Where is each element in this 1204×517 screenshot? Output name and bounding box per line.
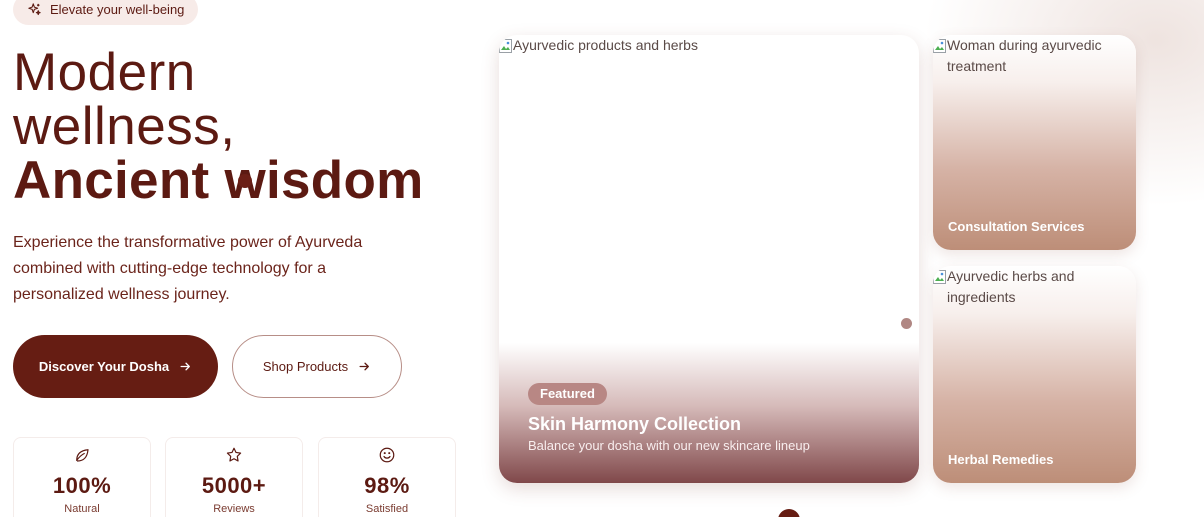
leaf-icon [76, 449, 89, 462]
consultation-image-placeholder: Woman during ayurvedic treatment [933, 35, 1136, 77]
tagline-text: Elevate your well-being [50, 2, 185, 17]
tagline-pill: Elevate your well-being [13, 0, 199, 25]
consultation-image-alt: Woman during ayurvedic treatment [947, 37, 1102, 74]
stat-value: 98% [364, 473, 410, 498]
arrow-right-icon [180, 362, 191, 371]
shop-products-label: Shop Products [262, 359, 349, 374]
decorative-dot [238, 174, 252, 188]
headline-line-3: Ancient wisdom [13, 151, 424, 210]
stat-label: Reviews [213, 503, 255, 515]
headline-line-1: Modern [13, 43, 196, 102]
stat-value: 5000+ [201, 473, 267, 498]
scroll-indicator-dot[interactable] [778, 509, 800, 517]
consultation-label: Consultation Services [948, 219, 1085, 234]
herbal-image-placeholder: Ayurvedic herbs and ingredients [933, 266, 1136, 308]
sparkles-icon [28, 3, 41, 16]
stat-value: 100% [52, 473, 112, 498]
star-icon [226, 447, 242, 462]
hero-description: Experience the transformative power of A… [13, 234, 363, 303]
stat-reviews: 5000+ Reviews [165, 437, 303, 517]
shop-products-button[interactable]: Shop Products [232, 335, 402, 398]
featured-title: Skin Harmony Collection [528, 414, 742, 434]
broken-image-icon [499, 39, 512, 53]
stat-label: Natural [64, 503, 100, 515]
stat-natural: 100% Natural [13, 437, 151, 517]
stat-label: Satisfied [365, 503, 409, 515]
discover-dosha-label: Discover Your Dosha [38, 359, 170, 374]
herbal-image-alt: Ayurvedic herbs and ingredients [947, 268, 1075, 305]
arrow-right-icon [359, 362, 370, 371]
broken-image-icon [933, 39, 946, 53]
stat-satisfied: 98% Satisfied [318, 437, 456, 517]
featured-badge: Featured [528, 383, 607, 405]
herbal-card[interactable]: Ayurvedic herbs and ingredients Herbal R… [933, 266, 1136, 483]
featured-image-alt: Ayurvedic products and herbs [513, 37, 698, 53]
broken-image-icon [933, 270, 946, 284]
hero-headline: Modern wellness, Ancient wisdom [13, 46, 424, 208]
carousel-dot[interactable] [901, 318, 912, 329]
discover-dosha-button[interactable]: Discover Your Dosha [13, 335, 218, 398]
featured-subtitle: Balance your dosha with our new skincare… [528, 438, 810, 453]
featured-card[interactable]: Ayurvedic products and herbs Featured Sk… [499, 35, 919, 483]
headline-line-2: wellness, [13, 97, 236, 156]
consultation-card[interactable]: Woman during ayurvedic treatment Consult… [933, 35, 1136, 250]
featured-image-placeholder: Ayurvedic products and herbs [499, 35, 698, 56]
herbal-label: Herbal Remedies [948, 452, 1054, 467]
smile-icon [379, 447, 395, 463]
featured-gradient [499, 343, 919, 483]
